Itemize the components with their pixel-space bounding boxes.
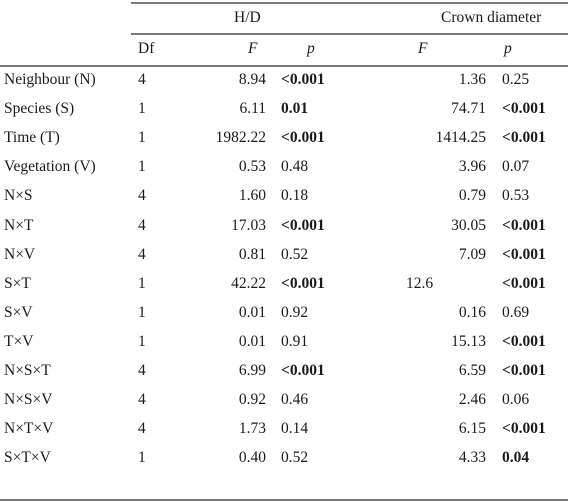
header-rule (0, 65, 568, 67)
crown-p-cell: 0.53 (502, 187, 530, 204)
crown-p-cell: <0.001 (502, 246, 546, 263)
crown-f-cell: 6.59 (458, 362, 486, 379)
df-cell: 1 (138, 100, 146, 117)
df-cell: 1 (138, 158, 146, 175)
group-rule (131, 33, 568, 35)
crown-f-cell: 15.13 (451, 333, 486, 350)
crown-p-cell: <0.001 (502, 217, 546, 234)
crown-f-cell: 12.6 (406, 275, 434, 292)
column-header-hd-p: p (307, 40, 315, 57)
hd-f-cell: 42.22 (231, 275, 266, 292)
crown-f-cell: 4.33 (458, 449, 486, 466)
effect-cell: N×T (4, 217, 34, 234)
hd-f-cell: 0.01 (238, 333, 266, 350)
crown-f-cell: 2.46 (458, 391, 486, 408)
hd-f-cell: 0.53 (238, 158, 266, 175)
hd-f-cell: 0.81 (238, 246, 266, 263)
effect-cell: N×S×T (4, 362, 51, 379)
crown-p-cell: 0.06 (502, 391, 530, 408)
effect-cell: S×T (4, 275, 31, 292)
group-header-crown: Crown diameter (441, 9, 542, 26)
crown-f-cell: 1414.25 (435, 129, 486, 146)
hd-p-cell: 0.52 (281, 449, 309, 466)
effect-cell: T×V (4, 333, 34, 350)
column-header-crown-f: F (418, 40, 428, 57)
hd-p-cell: <0.001 (281, 129, 325, 146)
effect-cell: S×T×V (4, 449, 51, 466)
hd-f-cell: 1982.22 (215, 129, 266, 146)
df-cell: 1 (138, 449, 146, 466)
crown-p-cell: <0.001 (502, 333, 546, 350)
hd-f-cell: 1.60 (238, 187, 266, 204)
column-header-df: Df (138, 40, 155, 57)
hd-f-cell: 0.01 (238, 304, 266, 321)
hd-p-cell: <0.001 (281, 217, 325, 234)
effect-cell: N×T×V (4, 420, 54, 437)
hd-p-cell: 0.18 (281, 187, 309, 204)
crown-f-cell: 6.15 (458, 420, 486, 437)
effect-cell: Vegetation (V) (4, 158, 96, 175)
hd-p-cell: <0.001 (281, 362, 325, 379)
column-header-hd-f: F (248, 40, 258, 57)
crown-p-cell: <0.001 (502, 100, 546, 117)
hd-f-cell: 8.94 (238, 71, 266, 88)
crown-f-cell: 74.71 (451, 100, 486, 117)
crown-p-cell: <0.001 (502, 129, 546, 146)
df-cell: 4 (138, 391, 146, 408)
hd-p-cell: 0.91 (281, 333, 309, 350)
effect-cell: Species (S) (4, 100, 75, 117)
hd-p-cell: 0.01 (281, 100, 309, 117)
crown-p-cell: 0.07 (502, 158, 530, 175)
df-cell: 4 (138, 362, 146, 379)
effect-cell: Time (T) (4, 129, 60, 146)
df-cell: 1 (138, 333, 146, 350)
df-cell: 4 (138, 420, 146, 437)
hd-f-cell: 6.11 (239, 100, 266, 117)
crown-f-cell: 1.36 (458, 71, 486, 88)
top-rule (131, 2, 568, 4)
crown-f-cell: 30.05 (451, 217, 486, 234)
bottom-rule (0, 499, 568, 501)
hd-p-cell: 0.52 (281, 246, 309, 263)
crown-f-cell: 3.96 (458, 158, 486, 175)
group-header-hd: H/D (234, 9, 261, 26)
effect-cell: N×V (4, 246, 36, 263)
crown-p-cell: 0.69 (502, 304, 530, 321)
effect-cell: N×S (4, 187, 33, 204)
df-cell: 1 (138, 275, 146, 292)
df-cell: 4 (138, 187, 146, 204)
hd-p-cell: 0.92 (281, 304, 309, 321)
hd-p-cell: 0.46 (281, 391, 309, 408)
hd-f-cell: 0.92 (238, 391, 266, 408)
effect-cell: N×S×V (4, 391, 53, 408)
effect-cell: S×V (4, 304, 33, 321)
hd-f-cell: 17.03 (231, 217, 266, 234)
df-cell: 1 (138, 129, 146, 146)
df-cell: 4 (138, 246, 146, 263)
crown-p-cell: <0.001 (502, 275, 546, 292)
hd-p-cell: <0.001 (281, 275, 325, 292)
hd-f-cell: 0.40 (238, 449, 266, 466)
crown-f-cell: 0.16 (458, 304, 486, 321)
hd-f-cell: 1.73 (238, 420, 266, 437)
crown-f-cell: 0.79 (458, 187, 486, 204)
hd-p-cell: 0.14 (281, 420, 309, 437)
column-header-crown-p: p (504, 40, 512, 57)
hd-p-cell: 0.48 (281, 158, 309, 175)
crown-p-cell: <0.001 (502, 362, 546, 379)
df-cell: 1 (138, 304, 146, 321)
crown-p-cell: 0.04 (502, 449, 530, 466)
df-cell: 4 (138, 217, 146, 234)
effect-cell: Neighbour (N) (4, 71, 96, 88)
df-cell: 4 (138, 71, 146, 88)
hd-p-cell: <0.001 (281, 71, 325, 88)
crown-p-cell: 0.25 (502, 71, 530, 88)
crown-f-cell: 7.09 (458, 246, 486, 263)
crown-p-cell: <0.001 (502, 420, 546, 437)
hd-f-cell: 6.99 (238, 362, 266, 379)
